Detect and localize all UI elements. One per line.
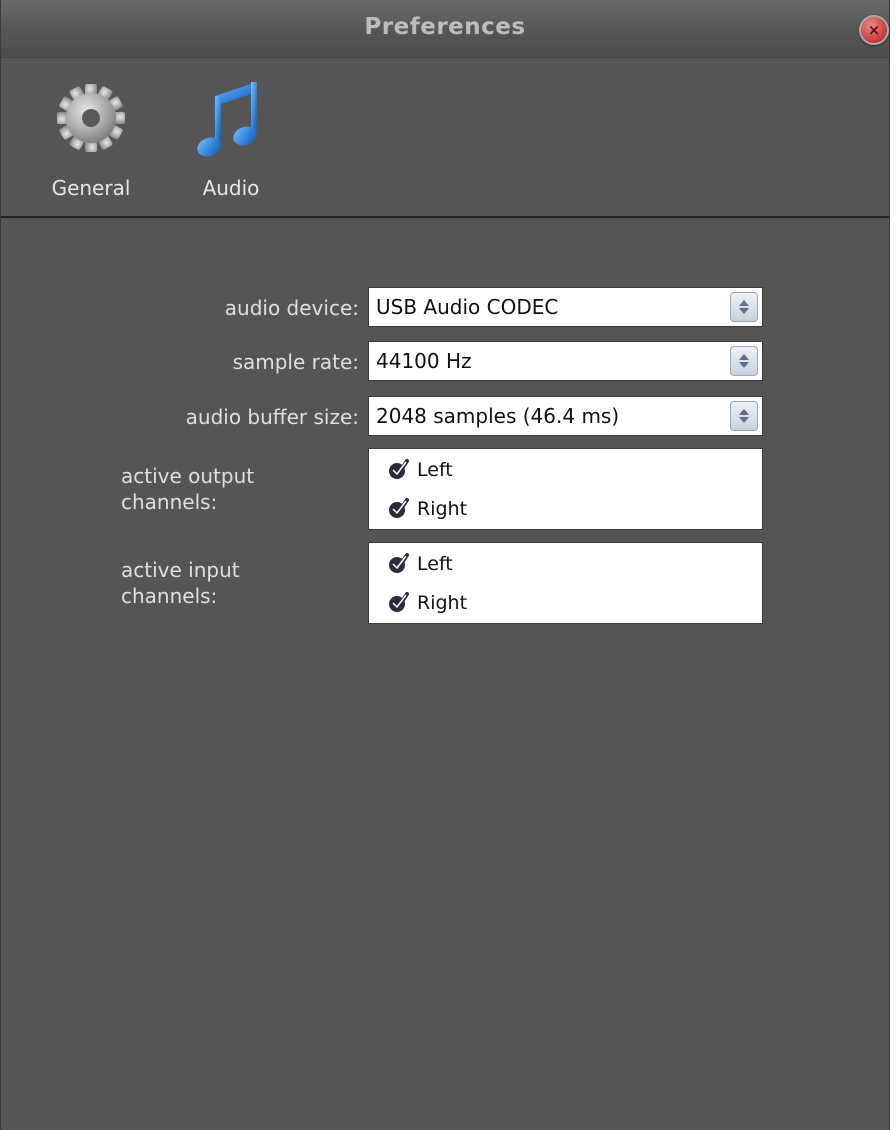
sample-rate-select[interactable]: 44100 Hz	[368, 341, 763, 381]
music-note-icon	[197, 82, 257, 157]
preferences-window: Preferences × General Audio audio device…	[0, 0, 890, 1130]
chevron-up-icon	[739, 354, 749, 360]
input-channel-left-label: Left	[417, 553, 453, 575]
chevron-down-icon	[739, 308, 749, 314]
input-channels-label-line1: active input	[121, 558, 240, 582]
input-channel-left[interactable]: Left	[387, 549, 453, 579]
chevron-up-icon	[739, 300, 749, 306]
chevron-up-icon	[739, 409, 749, 415]
audio-device-label: audio device:	[224, 296, 359, 320]
close-button[interactable]: ×	[859, 15, 889, 45]
audio-device-stepper[interactable]	[730, 292, 758, 322]
tab-audio-label: Audio	[202, 176, 260, 200]
input-channels-list: Left Right	[368, 542, 763, 624]
sample-rate-label: sample rate:	[232, 350, 359, 374]
buffer-size-label: audio buffer size:	[185, 405, 359, 429]
checkbox-checked-icon	[389, 553, 409, 574]
window-title: Preferences	[364, 14, 526, 40]
gear-icon	[57, 84, 125, 152]
chevron-down-icon	[739, 417, 749, 423]
title-bar[interactable]: Preferences ×	[1, 0, 889, 58]
close-icon: ×	[867, 21, 881, 39]
tab-general[interactable]: General	[36, 76, 146, 200]
buffer-size-stepper[interactable]	[730, 401, 758, 431]
checkbox-checked-icon	[389, 459, 409, 480]
checkbox-checked-icon	[389, 592, 409, 613]
output-channel-right-label: Right	[417, 498, 468, 520]
output-channels-list: Left Right	[368, 448, 763, 530]
input-channel-right-label: Right	[417, 592, 468, 614]
chevron-down-icon	[739, 362, 749, 368]
input-channel-right[interactable]: Right	[387, 588, 467, 618]
output-channel-left[interactable]: Left	[387, 455, 453, 485]
output-channel-left-label: Left	[417, 459, 453, 481]
audio-device-value: USB Audio CODEC	[376, 295, 559, 319]
buffer-size-value: 2048 samples (46.4 ms)	[376, 404, 620, 428]
preferences-toolbar: General Audio	[1, 58, 889, 218]
input-channels-label-line2: channels:	[121, 584, 218, 608]
output-channels-label-line1: active output	[121, 464, 255, 488]
audio-device-select[interactable]: USB Audio CODEC	[368, 287, 763, 327]
buffer-size-select[interactable]: 2048 samples (46.4 ms)	[368, 396, 763, 436]
sample-rate-stepper[interactable]	[730, 346, 758, 376]
checkbox-checked-icon	[389, 498, 409, 519]
output-channels-label-line2: channels:	[121, 490, 218, 514]
tab-general-label: General	[51, 176, 131, 200]
tab-audio[interactable]: Audio	[176, 76, 286, 200]
output-channel-right[interactable]: Right	[387, 494, 467, 524]
sample-rate-value: 44100 Hz	[376, 349, 472, 373]
